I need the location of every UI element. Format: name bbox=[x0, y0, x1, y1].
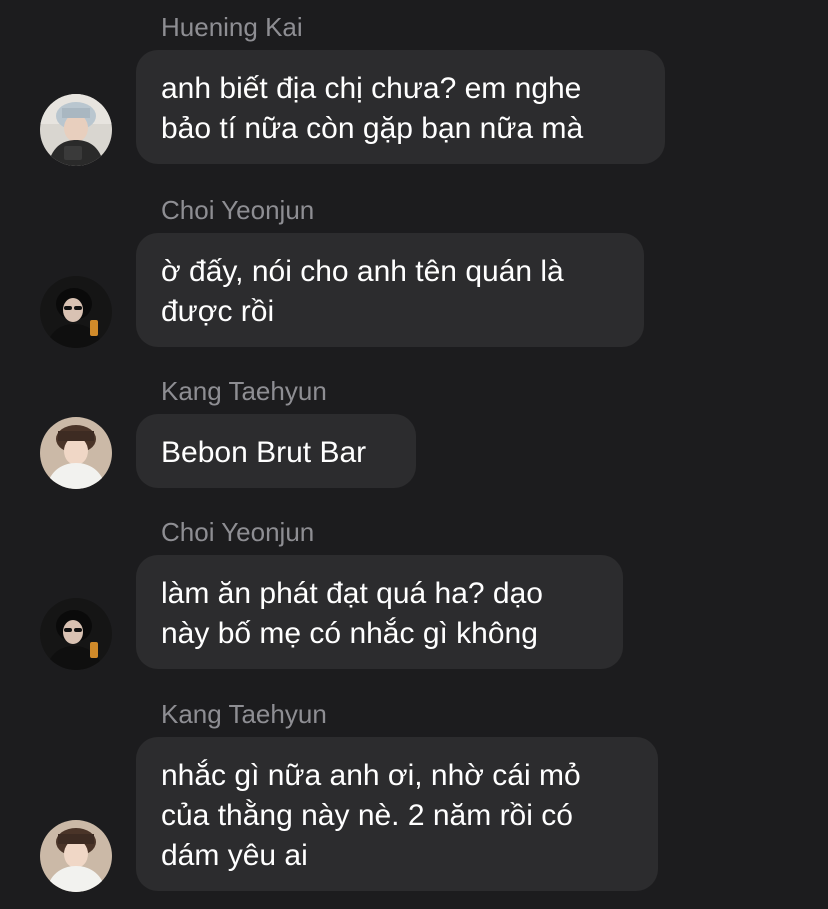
choi-yeonjun-avatar bbox=[40, 598, 112, 670]
choi-yeonjun-avatar bbox=[40, 276, 112, 348]
message-bubble[interactable]: ờ đấy, nói cho anh tên quán là được rồi bbox=[136, 233, 644, 347]
sender-name: Choi Yeonjun bbox=[161, 517, 315, 547]
sender-name: Kang Taehyun bbox=[161, 699, 327, 729]
avatar[interactable] bbox=[40, 417, 112, 489]
avatar[interactable] bbox=[40, 820, 112, 892]
message-bubble[interactable]: Bebon Brut Bar bbox=[136, 414, 416, 488]
avatar[interactable] bbox=[40, 94, 112, 166]
sender-name: Choi Yeonjun bbox=[161, 195, 315, 225]
sender-name: Kang Taehyun bbox=[161, 376, 327, 406]
message-bubble[interactable]: nhắc gì nữa anh ơi, nhờ cái mỏ của thằng… bbox=[136, 737, 658, 891]
avatar[interactable] bbox=[40, 598, 112, 670]
avatar[interactable] bbox=[40, 276, 112, 348]
message-bubble[interactable]: anh biết địa chị chưa? em nghe bảo tí nữ… bbox=[136, 50, 665, 164]
message-bubble[interactable]: làm ăn phát đạt quá ha? dạo này bố mẹ có… bbox=[136, 555, 623, 669]
huening-kai-avatar bbox=[40, 94, 112, 166]
sender-name: Huening Kai bbox=[161, 12, 303, 42]
kang-taehyun-avatar bbox=[40, 417, 112, 489]
kang-taehyun-avatar bbox=[40, 820, 112, 892]
